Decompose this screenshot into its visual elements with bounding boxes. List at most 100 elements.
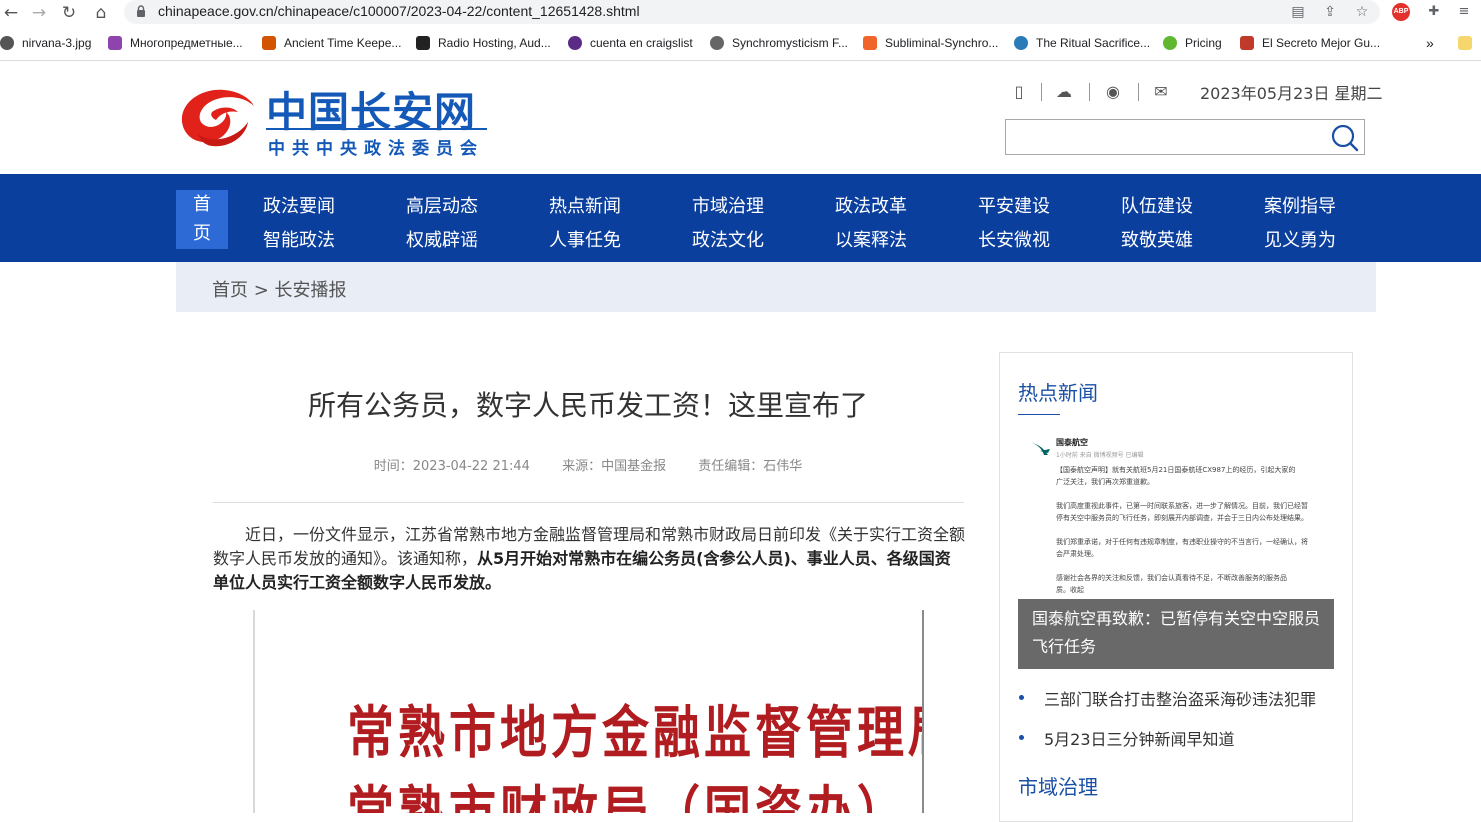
reload-icon[interactable]: ↻ (58, 2, 80, 24)
nav-item[interactable]: 政法改革 (835, 192, 907, 218)
globe-icon (710, 36, 724, 50)
nav-item[interactable]: 人事任免 (549, 226, 621, 252)
hot-news-item[interactable]: 5月23日三分钟新闻早知道 (1044, 726, 1235, 750)
nav-item[interactable]: 权威辟谣 (406, 226, 478, 252)
mail-icon[interactable]: ✉ (1150, 82, 1172, 102)
site-search-box (1005, 119, 1365, 155)
nav-item[interactable]: 以案释法 (835, 226, 907, 252)
bullet-icon (1019, 695, 1024, 700)
nav-item[interactable]: 市域治理 (692, 192, 764, 218)
divider (1138, 83, 1139, 101)
peace-icon (568, 36, 582, 50)
post-line: 【国泰航空声明】就有关航班5月21日国泰航班CX987上的经历，引起大家的 (1056, 466, 1296, 474)
bookmark-item[interactable]: Многопредметные... (108, 34, 243, 52)
back-arrow-icon[interactable]: ← (0, 2, 22, 24)
document-image: 常熟市地方金融监督管理局 常熟市财政局（国资办） (253, 610, 924, 813)
bookmark-item[interactable]: The Ritual Sacrifice... (1014, 34, 1150, 52)
hot-news-heading[interactable]: 热点新闻 (1018, 377, 1098, 406)
nav-item[interactable]: 政法要闻 (263, 192, 335, 218)
post-line: 我们郑重承诺，对于任何有违规章制度，有违职业操守的不当言行，一经确认，将 (1056, 538, 1308, 546)
star-logo-icon (108, 36, 122, 50)
mobile-icon[interactable]: ▯ (1008, 82, 1030, 102)
translate-icon[interactable]: ▤ (1288, 2, 1308, 22)
search-icon[interactable] (1330, 123, 1360, 153)
post-line: 感谢社会各界的关注和反馈，我们会认真看待不足，不断改善服务的服务品 (1056, 574, 1287, 582)
airline-logo-icon (1032, 443, 1050, 455)
featured-caption[interactable]: 国泰航空再致歉：已暂停有关空中空服员飞行任务 (1018, 599, 1334, 669)
blogger-icon (863, 36, 877, 50)
lotus-icon (1240, 36, 1254, 50)
nav-item[interactable]: 案例指导 (1264, 192, 1336, 218)
wechat-icon[interactable]: ☁ (1053, 82, 1075, 102)
forward-arrow-icon[interactable]: → (28, 2, 50, 24)
share-icon[interactable]: ⇪ (1320, 2, 1340, 22)
extensions-puzzle-icon[interactable]: ✚ (1424, 2, 1444, 22)
bookmark-item[interactable]: Subliminal-Synchro... (863, 34, 998, 52)
hot-news-item[interactable]: 三部门联合打击整治盗采海砂违法犯罪 (1044, 686, 1316, 710)
breadcrumb: 首页 > 长安播报 (176, 262, 1376, 312)
divider (1041, 83, 1042, 101)
nav-item[interactable]: 高层动态 (406, 192, 478, 218)
browser-toolbar: ← → ↻ ⌂ chinapeace.gov.cn/chinapeace/c10… (0, 0, 1481, 26)
bookmarks-overflow-button[interactable]: » (1426, 34, 1434, 52)
weibo-icon[interactable]: ◉ (1102, 82, 1124, 102)
bookmark-item[interactable]: El Secreto Mejor Gu... (1240, 34, 1380, 52)
post-line: 停有关空中服务员的飞行任务，即刻展开内部调查，并会于三日内公布处理结果。 (1056, 514, 1308, 522)
nav-home[interactable]: 首 页 (176, 190, 228, 249)
post-line: 质。收起 (1056, 586, 1084, 594)
breadcrumb-text[interactable]: 首页 > 长安播报 (212, 276, 347, 302)
article-paragraph: 近日，一份文件显示，江苏省常熟市地方金融监督管理局和常熟市财政局日前印发《关于实… (213, 525, 966, 592)
site-logo-subtitle: 中共中央政法委员会 (268, 139, 484, 159)
bookmark-item[interactable]: Radio Hosting, Aud... (416, 34, 551, 52)
nav-item[interactable]: 平安建设 (978, 192, 1050, 218)
article-source: 来源：中国基金报 (562, 459, 667, 474)
nav-item[interactable]: 见义勇为 (1264, 226, 1336, 252)
bookmark-item[interactable]: Pricing (1163, 34, 1222, 52)
nav-item[interactable]: 致敬英雄 (1121, 226, 1193, 252)
sidebar: 热点新闻 国泰航空 1小时前 来自 微博视频号 已编辑 【国泰航空声明】就有关航… (999, 352, 1353, 822)
pyramid-icon (262, 36, 276, 50)
chrome-divider (0, 60, 1481, 61)
lock-icon (137, 5, 145, 17)
nav-item[interactable]: 队伍建设 (1121, 192, 1193, 218)
reading-list-icon[interactable]: ≡ (1454, 2, 1474, 22)
bookmark-star-icon[interactable]: ☆ (1352, 2, 1372, 22)
globe-icon (0, 36, 14, 50)
nav-item[interactable]: 热点新闻 (549, 192, 621, 218)
article-meta: 时间：2023-04-22 21:44 来源：中国基金报 责任编辑：石伟华 (213, 455, 963, 474)
folder-icon[interactable] (1458, 34, 1472, 52)
post-line: 会严肃处理。 (1056, 550, 1098, 558)
site-logo-icon[interactable] (176, 82, 258, 148)
bookmark-item[interactable]: Ancient Time Keepe... (262, 34, 401, 52)
bookmark-item[interactable]: cuenta en craigslist (568, 34, 693, 52)
main-navigation: 首 页 政法要闻 高层动态 热点新闻 市域治理 政法改革 平安建设 队伍建设 案… (0, 174, 1481, 262)
article-title: 所有公务员，数字人民币发工资！这里宣布了 (307, 389, 868, 422)
bullet-icon (1019, 735, 1024, 740)
nav-item[interactable]: 政法文化 (692, 226, 764, 252)
city-governance-heading[interactable]: 市域治理 (1018, 771, 1098, 800)
url-text: chinapeace.gov.cn/chinapeace/c100007/202… (158, 3, 640, 19)
article-editor: 责任编辑：石伟华 (698, 459, 803, 474)
document-heading-line: 常熟市财政局（国资办） (347, 766, 908, 813)
post-meta: 1小时前 来自 微博视频号 已编辑 (1056, 452, 1144, 459)
post-line: 广泛关注，我们再次郑重道歉。 (1056, 478, 1154, 486)
search-input[interactable] (1012, 126, 1322, 148)
address-bar[interactable]: chinapeace.gov.cn/chinapeace/c100007/202… (124, 0, 1380, 24)
circle-logo-icon (1163, 36, 1177, 50)
wordpress-icon (1014, 36, 1028, 50)
bookmarks-bar: nirvana-3.jpg Многопредметные... Ancient… (0, 30, 1481, 56)
adblock-extension-icon[interactable]: ABP (1392, 3, 1410, 21)
publish-time: 时间：2023-04-22 21:44 (373, 459, 530, 474)
bookmark-item[interactable]: nirvana-3.jpg (0, 34, 91, 52)
post-account: 国泰航空 (1056, 438, 1088, 447)
radio-logo-icon (416, 36, 430, 50)
home-icon[interactable]: ⌂ (90, 2, 112, 24)
post-line: 我们高度重视此事件，已第一时间联系旅客，进一步了解情况。目前，我们已经暂 (1056, 502, 1308, 510)
nav-item[interactable]: 智能政法 (263, 226, 335, 252)
logo-divider (266, 128, 487, 130)
hot-news-featured-card[interactable]: 国泰航空 1小时前 来自 微博视频号 已编辑 【国泰航空声明】就有关航班5月21… (1018, 415, 1334, 669)
article-divider (213, 502, 964, 503)
document-heading-line: 常熟市地方金融监督管理局 (347, 700, 924, 767)
nav-item[interactable]: 长安微视 (978, 226, 1050, 252)
bookmark-item[interactable]: Synchromysticism F... (710, 34, 848, 52)
